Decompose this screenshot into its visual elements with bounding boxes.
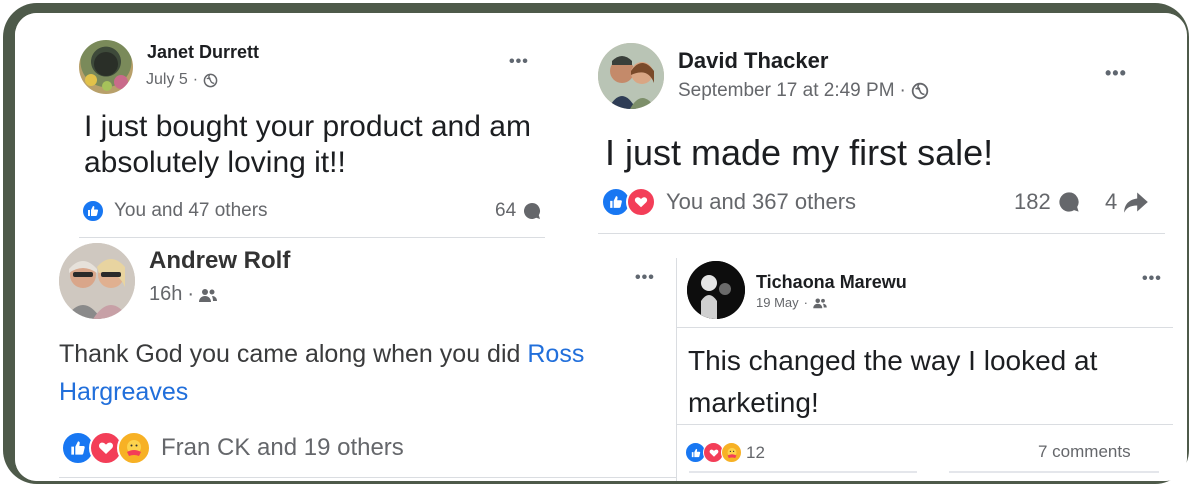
post-divider (598, 233, 1165, 234)
comment-count-value: 64 (495, 200, 517, 221)
post-david: David Thacker September 17 at 2:49 PM · … (585, 13, 1185, 241)
share-count[interactable]: 4 (1105, 189, 1149, 215)
footer-divider (949, 471, 1159, 473)
care-icon (117, 431, 151, 465)
separator: · (899, 80, 906, 101)
separator: · (192, 71, 199, 88)
globe-icon (203, 73, 218, 87)
post-meta: 19 May · (756, 295, 827, 310)
like-icon (81, 199, 105, 223)
author-name[interactable]: Andrew Rolf (149, 247, 290, 275)
header-divider (677, 327, 1173, 328)
post-meta: September 17 at 2:49 PM · (678, 80, 929, 102)
comment-count-value: 7 comments (1038, 442, 1131, 461)
reaction-summary[interactable]: You and 47 others (81, 199, 268, 223)
post-text: I just made my first sale! (605, 132, 994, 173)
timestamp[interactable]: July 5 (146, 71, 188, 89)
friends-icon (199, 288, 218, 302)
post-tichaona: Tichaona Marewu 19 May · ••• This change… (676, 258, 1173, 481)
more-options-button[interactable]: ••• (635, 269, 655, 287)
author-name[interactable]: Tichaona Marewu (756, 272, 907, 293)
avatar[interactable] (598, 43, 664, 109)
body-divider (677, 424, 1173, 425)
author-name[interactable]: David Thacker (678, 48, 828, 74)
comment-count[interactable]: 182 (1014, 189, 1081, 215)
post-meta: 16h · (149, 283, 218, 306)
timestamp[interactable]: 16h (149, 283, 182, 306)
post-divider (59, 477, 685, 478)
comment-count[interactable]: 64 (495, 200, 542, 222)
comment-icon (1059, 192, 1079, 212)
avatar-photo (687, 261, 745, 319)
share-count-value: 4 (1105, 189, 1118, 214)
post-text: This changed the way I looked at marketi… (688, 345, 1098, 418)
more-options-button[interactable]: ••• (1105, 63, 1127, 84)
post-meta: July 5 · (146, 71, 218, 89)
avatar[interactable] (59, 243, 135, 319)
globe-icon (911, 82, 929, 100)
reaction-icons (685, 442, 742, 463)
comment-count[interactable]: 7 comments (1038, 442, 1131, 462)
post-text: I just bought your product and am absolu… (84, 110, 531, 179)
more-options-button[interactable]: ••• (509, 53, 529, 71)
post-divider (79, 237, 545, 238)
comment-icon (524, 202, 541, 219)
reaction-icons (601, 187, 656, 217)
avatar[interactable] (687, 261, 745, 319)
post-text: Thank God you came along when you did Ro… (59, 335, 679, 411)
friends-icon (813, 298, 827, 308)
reaction-text: You and 367 others (666, 189, 857, 214)
timestamp[interactable]: September 17 at 2:49 PM (678, 80, 895, 102)
comment-count-value: 182 (1014, 189, 1051, 214)
reaction-summary[interactable]: Fran CK and 19 others (61, 431, 404, 465)
reaction-icons (61, 431, 151, 465)
more-options-button[interactable]: ••• (1142, 270, 1162, 288)
reaction-text: You and 47 others (114, 200, 268, 221)
post-andrew: Andrew Rolf 16h · ••• Thank God you came… (15, 241, 687, 481)
reaction-text: 12 (746, 442, 765, 462)
avatar[interactable] (79, 40, 133, 94)
share-icon (1124, 192, 1149, 213)
reaction-icons (81, 199, 105, 223)
post-janet: Janet Durrett July 5 · ••• I just bought… (15, 13, 555, 241)
author-name[interactable]: Janet Durrett (147, 42, 259, 63)
separator: · (803, 295, 808, 310)
avatar-photo (85, 52, 128, 91)
collage-canvas: Janet Durrett July 5 · ••• I just bought… (15, 13, 1187, 481)
reaction-summary[interactable]: 12 (685, 442, 765, 463)
avatar-photo (598, 43, 664, 109)
avatar-photo (59, 243, 135, 319)
separator: · (187, 283, 195, 305)
reaction-summary[interactable]: You and 367 others (601, 187, 856, 217)
reaction-text: Fran CK and 19 others (161, 434, 404, 461)
love-icon (626, 187, 656, 217)
care-icon (721, 442, 742, 463)
timestamp[interactable]: 19 May (756, 295, 799, 310)
footer-divider (689, 471, 917, 473)
post-text-body: Thank God you came along when you did (59, 340, 528, 368)
